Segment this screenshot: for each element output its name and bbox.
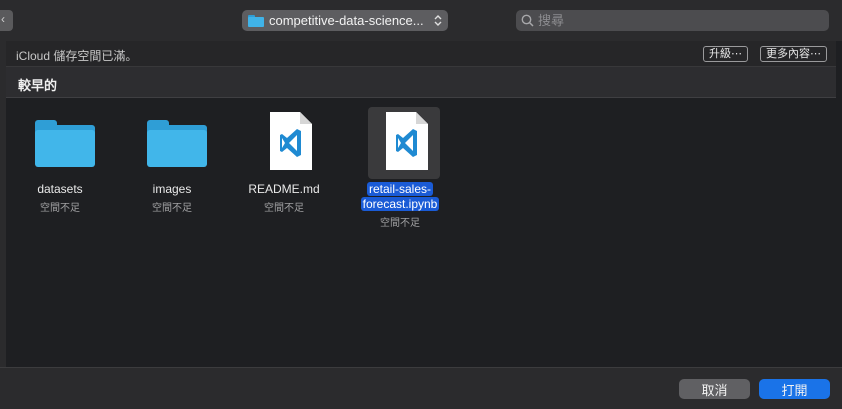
folder-icon [147,120,207,167]
icloud-banner: iCloud 儲存空間已滿。 升級⋯ 更多內容⋯ [6,41,842,67]
location-popup-button[interactable]: competitive-data-science... [242,10,448,31]
file-name-line2: forecast.ipynb [360,197,440,211]
file-status: 空間不足 [264,203,304,214]
file-name: datasets [37,182,83,196]
vscode-document-icon [386,112,428,170]
folder-icon-box [140,107,212,179]
location-label: competitive-data-science... [269,13,424,28]
section-title: 較早的 [18,78,58,93]
file-name: README.md [248,182,320,196]
file-status: 空間不足 [380,218,420,229]
folder-icon [248,14,264,27]
file-grid: datasets 空間不足 images 空間不足 README.md 空間不足 [6,98,836,367]
folder-icon-box [28,107,100,179]
file-status: 空間不足 [152,203,192,214]
more-info-button[interactable]: 更多內容⋯ [760,46,827,62]
back-button[interactable]: ‹ [0,10,13,31]
file-status: 空間不足 [40,203,80,214]
search-icon [521,14,534,27]
document-icon-box [252,107,324,179]
file-name-selected: retail-sales- forecast.ipynb [350,182,450,212]
vscode-document-icon [270,112,312,170]
cancel-button[interactable]: 取消 [679,379,750,399]
search-field[interactable] [516,10,829,31]
icloud-storage-message: iCloud 儲存空間已滿。 [16,49,138,63]
search-input[interactable] [538,13,818,28]
document-icon-box [368,107,440,179]
updown-chevron-icon [434,14,442,28]
toolbar: ‹ competitive-data-science... [0,0,842,41]
scroll-edge [836,41,842,367]
back-chevron-icon: ‹ [1,12,5,26]
file-name-line1: retail-sales- [366,182,433,196]
file-name: images [152,182,192,196]
upgrade-button[interactable]: 升級⋯ [703,46,748,62]
section-header: 較早的 [6,67,836,98]
dialog-footer: 取消 打開 [0,367,842,409]
open-button[interactable]: 打開 [759,379,830,399]
folder-icon [35,120,95,167]
